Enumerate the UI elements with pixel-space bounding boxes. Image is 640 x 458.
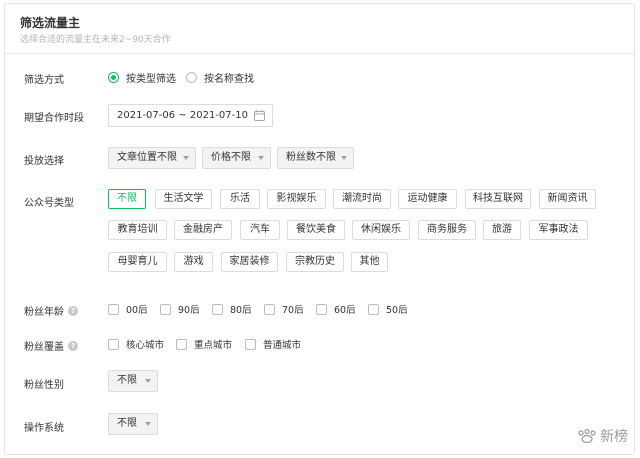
watermark-text: 新榜	[600, 429, 628, 445]
radio-label: 按类型筛选	[126, 74, 176, 85]
select-value: 价格不限	[211, 152, 251, 163]
checkbox-label: 80后	[230, 305, 252, 316]
fan-gender-select[interactable]: 不限	[108, 370, 158, 392]
account-type-label: 公众号类型	[24, 198, 74, 209]
checkbox-icon	[245, 338, 256, 350]
checkbox-ordinary-cities[interactable]: 普通城市	[245, 337, 301, 351]
panel-subtitle: 选择合适的流量主在未来2~90天合作	[20, 35, 171, 45]
checkbox-icon	[212, 303, 223, 315]
tag-military-law[interactable]: 军事政法	[529, 220, 588, 240]
select-value: 文章位置不限	[117, 152, 177, 163]
os-label: 操作系统	[24, 423, 64, 434]
watermark: 新榜	[576, 426, 628, 446]
fan-count-select[interactable]: 粉丝数不限	[277, 147, 354, 169]
tag-sports-health[interactable]: 运动健康	[398, 189, 457, 209]
checkbox-core-cities[interactable]: 核心城市	[108, 337, 164, 351]
tag-business-services[interactable]: 商务服务	[418, 220, 476, 240]
checkbox-label: 50后	[386, 305, 408, 316]
tag-trend-fashion[interactable]: 潮流时尚	[333, 189, 391, 209]
date-range-value: 2021-07-06 ~ 2021-07-10	[117, 110, 248, 121]
tag-other[interactable]: 其他	[351, 252, 388, 272]
checkbox-label: 普通城市	[263, 340, 302, 351]
checkbox-icon	[316, 303, 327, 315]
tag-games[interactable]: 游戏	[174, 252, 213, 272]
checkbox-label: 重点城市	[194, 340, 233, 351]
chevron-down-icon	[341, 156, 347, 160]
fan-age-label-text: 粉丝年龄	[24, 307, 64, 318]
chevron-down-icon	[145, 422, 151, 426]
select-value: 粉丝数不限	[286, 152, 336, 163]
radio-filter-by-name[interactable]: 按名称查找	[186, 70, 254, 85]
tag-all[interactable]: 不限	[108, 189, 146, 209]
tag-travel[interactable]: 旅游	[483, 220, 521, 240]
checkbox-icon	[160, 303, 171, 315]
header-divider	[5, 53, 634, 54]
tag-tech-internet[interactable]: 科技互联网	[465, 189, 531, 209]
checkbox-00s[interactable]: 00后	[108, 302, 148, 316]
fan-coverage-label: 粉丝覆盖 ?	[24, 338, 78, 353]
checkbox-50s[interactable]: 50后	[368, 302, 408, 316]
checkbox-icon	[108, 338, 119, 350]
tag-education[interactable]: 教育培训	[108, 220, 167, 240]
placement-label: 投放选择	[24, 156, 64, 167]
checkbox-key-cities[interactable]: 重点城市	[176, 337, 232, 351]
chevron-down-icon	[183, 156, 189, 160]
article-position-select[interactable]: 文章位置不限	[108, 147, 196, 169]
checkbox-icon	[264, 303, 275, 315]
tag-life-literature[interactable]: 生活文学	[155, 189, 212, 209]
tag-finance-realestate[interactable]: 金融房产	[174, 220, 232, 240]
paw-logo-icon	[578, 428, 596, 444]
checkbox-90s[interactable]: 90后	[160, 302, 200, 316]
checkbox-label: 70后	[282, 305, 304, 316]
select-value: 不限	[117, 418, 137, 429]
radio-label: 按名称查找	[204, 74, 254, 85]
radio-unchecked-icon	[186, 72, 197, 83]
checkbox-70s[interactable]: 70后	[264, 302, 304, 316]
tag-lohas[interactable]: 乐活	[220, 189, 260, 209]
fan-coverage-label-text: 粉丝覆盖	[24, 342, 64, 353]
checkbox-icon	[108, 303, 119, 315]
price-select[interactable]: 价格不限	[202, 147, 271, 169]
fan-age-label: 粉丝年龄 ?	[24, 303, 78, 318]
checkbox-icon	[176, 338, 187, 350]
checkbox-label: 核心城市	[126, 340, 165, 351]
tag-auto[interactable]: 汽车	[240, 220, 280, 240]
tag-film-entertainment[interactable]: 影视娱乐	[267, 189, 326, 209]
checkbox-icon	[368, 303, 379, 315]
fan-gender-label: 粉丝性别	[24, 380, 64, 391]
date-range-picker[interactable]: 2021-07-06 ~ 2021-07-10	[108, 104, 273, 127]
calendar-icon	[254, 110, 265, 121]
filter-mode-label: 筛选方式	[24, 75, 64, 86]
help-icon[interactable]: ?	[68, 340, 78, 351]
help-icon[interactable]: ?	[68, 305, 78, 316]
checkbox-label: 60后	[334, 305, 356, 316]
checkbox-80s[interactable]: 80后	[212, 302, 252, 316]
tag-news[interactable]: 新闻资讯	[539, 189, 596, 209]
period-label: 期望合作时段	[24, 113, 84, 124]
radio-filter-by-type[interactable]: 按类型筛选	[108, 70, 176, 85]
chevron-down-icon	[145, 379, 151, 383]
checkbox-label: 90后	[178, 305, 200, 316]
checkbox-label: 00后	[126, 305, 148, 316]
os-select[interactable]: 不限	[108, 413, 158, 435]
tag-religion-history[interactable]: 宗教历史	[286, 252, 344, 272]
tag-parenting[interactable]: 母婴育儿	[108, 252, 167, 272]
tag-leisure[interactable]: 休闲娱乐	[352, 220, 410, 240]
select-value: 不限	[117, 375, 137, 386]
chevron-down-icon	[258, 156, 264, 160]
panel-title: 筛选流量主	[20, 16, 81, 30]
tag-food[interactable]: 餐饮美食	[287, 220, 345, 240]
radio-checked-icon	[108, 72, 119, 83]
tag-home-decor[interactable]: 家居装修	[221, 252, 278, 272]
checkbox-60s[interactable]: 60后	[316, 302, 356, 316]
